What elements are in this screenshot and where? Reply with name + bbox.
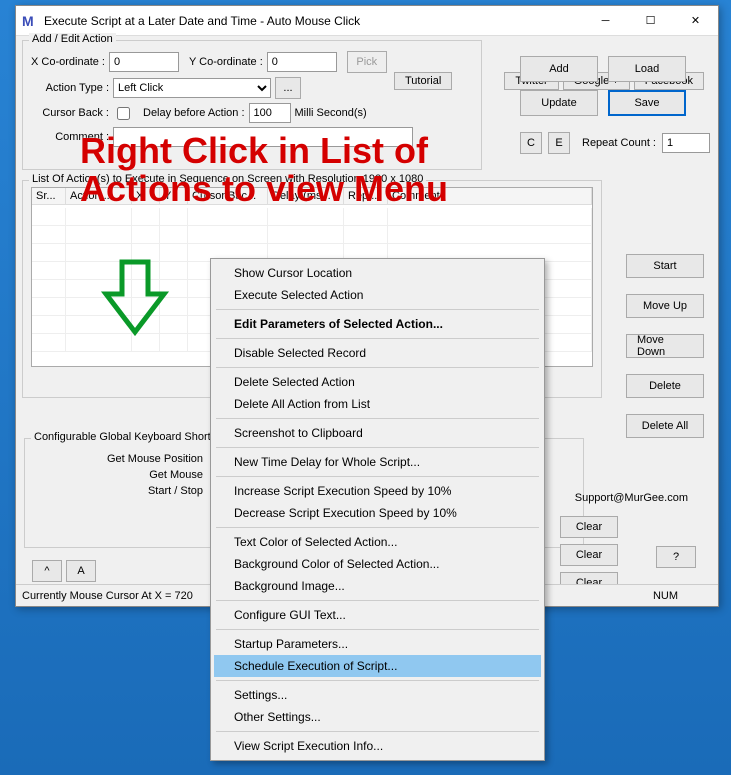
action-type-label: Action Type : <box>31 82 109 94</box>
menu-separator <box>216 367 539 368</box>
help-button[interactable]: ? <box>656 546 696 568</box>
x-input[interactable] <box>109 52 179 72</box>
menu-item[interactable]: Background Image... <box>214 575 541 597</box>
th-comment: Comment <box>388 188 592 204</box>
menu-item[interactable]: Configure GUI Text... <box>214 604 541 626</box>
menu-item[interactable]: New Time Delay for Whole Script... <box>214 451 541 473</box>
c-button[interactable]: C <box>520 132 542 154</box>
menu-item[interactable]: Edit Parameters of Selected Action... <box>214 313 541 335</box>
cfg-r2-label: Get Mouse <box>33 469 203 481</box>
menu-separator <box>216 600 539 601</box>
cfg-r1-label: Get Mouse Position <box>33 453 203 465</box>
cfg-legend: Configurable Global Keyboard Shortcuts <box>31 431 234 443</box>
menu-item[interactable]: Schedule Execution of Script... <box>214 655 541 677</box>
delay-unit: Milli Second(s) <box>295 107 367 119</box>
add-edit-fieldset: Add / Edit Action X Co-ordinate : Y Co-o… <box>22 40 482 170</box>
menu-item[interactable]: Execute Selected Action <box>214 284 541 306</box>
titlebar: M Execute Script at a Later Date and Tim… <box>16 6 718 36</box>
load-button[interactable]: Load <box>608 56 686 82</box>
list-legend: List Of Action(s) to Execute in Sequence… <box>29 173 426 185</box>
repeat-input[interactable] <box>662 133 710 153</box>
th-sr: Sr... <box>32 188 66 204</box>
cursor-back-label: Cursor Back : <box>31 107 109 119</box>
menu-item[interactable]: Other Settings... <box>214 706 541 728</box>
menu-separator <box>216 476 539 477</box>
repeat-label: Repeat Count : <box>582 137 656 149</box>
add-button[interactable]: Add <box>520 56 598 82</box>
menu-separator <box>216 309 539 310</box>
menu-item[interactable]: Delete All Action from List <box>214 393 541 415</box>
start-button[interactable]: Start <box>626 254 704 278</box>
y-input[interactable] <box>267 52 337 72</box>
e-button[interactable]: E <box>548 132 570 154</box>
clear-button-2[interactable]: Clear <box>560 544 618 566</box>
delay-input[interactable] <box>249 103 291 123</box>
comment-input[interactable] <box>113 127 413 147</box>
update-button[interactable]: Update <box>520 90 598 116</box>
window-title: Execute Script at a Later Date and Time … <box>44 14 583 28</box>
menu-item[interactable]: Screenshot to Clipboard <box>214 422 541 444</box>
y-label: Y Co-ordinate : <box>189 56 263 68</box>
menu-separator <box>216 338 539 339</box>
menu-separator <box>216 418 539 419</box>
menu-item[interactable]: Disable Selected Record <box>214 342 541 364</box>
menu-item[interactable]: Settings... <box>214 684 541 706</box>
close-button[interactable]: ✕ <box>673 6 718 35</box>
menu-separator <box>216 629 539 630</box>
menu-separator <box>216 527 539 528</box>
menu-item[interactable]: View Script Execution Info... <box>214 735 541 757</box>
support-text: Support@MurGee.com <box>575 492 688 504</box>
move-down-button[interactable]: Move Down <box>626 334 704 358</box>
caret-button[interactable]: ^ <box>32 560 62 582</box>
th-cursor: Cursor Bac... <box>188 188 268 204</box>
menu-separator <box>216 447 539 448</box>
maximize-button[interactable]: ☐ <box>628 6 673 35</box>
th-delay: Delay (ms... <box>268 188 344 204</box>
clear-button-1[interactable]: Clear <box>560 516 618 538</box>
save-button[interactable]: Save <box>608 90 686 116</box>
menu-separator <box>216 680 539 681</box>
delete-button[interactable]: Delete <box>626 374 704 398</box>
menu-item[interactable]: Decrease Script Execution Speed by 10% <box>214 502 541 524</box>
action-more-button[interactable]: ... <box>275 77 301 99</box>
menu-item[interactable]: Increase Script Execution Speed by 10% <box>214 480 541 502</box>
pick-button[interactable]: Pick <box>347 51 387 73</box>
app-icon: M <box>22 13 38 29</box>
action-type-select[interactable]: Left Click <box>113 78 271 98</box>
delete-all-button[interactable]: Delete All <box>626 414 704 438</box>
a-button[interactable]: A <box>66 560 96 582</box>
menu-item[interactable]: Background Color of Selected Action... <box>214 553 541 575</box>
status-left: Currently Mouse Cursor At X = 720 <box>22 590 193 602</box>
delay-label: Delay before Action : <box>143 107 245 119</box>
menu-item[interactable]: Show Cursor Location <box>214 262 541 284</box>
th-x: X <box>132 188 160 204</box>
table-header: Sr... Action... X Y Cursor Bac... Delay … <box>32 188 592 205</box>
x-label: X Co-ordinate : <box>31 56 105 68</box>
th-y: Y <box>160 188 188 204</box>
menu-separator <box>216 731 539 732</box>
th-rep: Rep... <box>344 188 388 204</box>
move-up-button[interactable]: Move Up <box>626 294 704 318</box>
context-menu: Show Cursor LocationExecute Selected Act… <box>210 258 545 761</box>
menu-item[interactable]: Startup Parameters... <box>214 633 541 655</box>
comment-label: Comment : <box>31 131 109 143</box>
cfg-r3-label: Start / Stop <box>33 485 203 497</box>
status-num: NUM <box>653 590 678 602</box>
add-edit-legend: Add / Edit Action <box>29 33 116 45</box>
th-action: Action... <box>66 188 132 204</box>
cursor-back-checkbox[interactable] <box>117 107 130 120</box>
minimize-button[interactable]: ─ <box>583 6 628 35</box>
menu-item[interactable]: Delete Selected Action <box>214 371 541 393</box>
menu-item[interactable]: Text Color of Selected Action... <box>214 531 541 553</box>
